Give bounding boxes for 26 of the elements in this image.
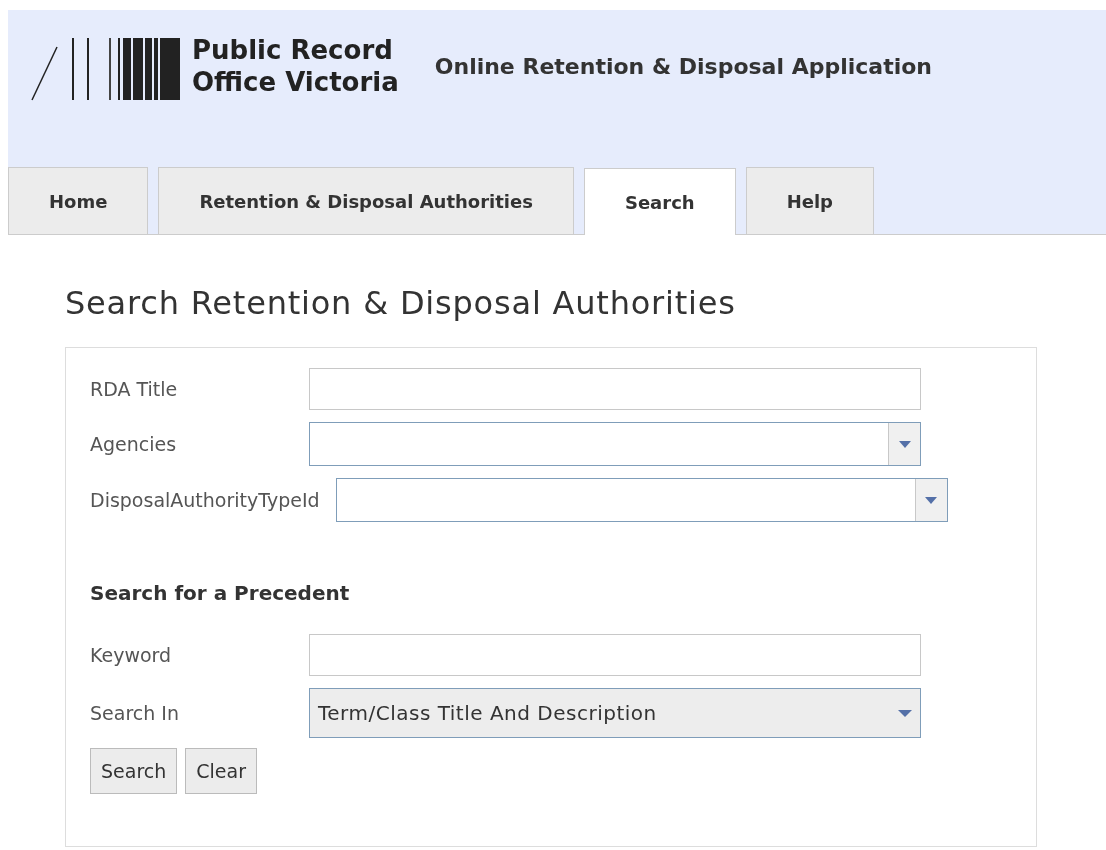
nav-tab[interactable]: Retention & Disposal Authorities	[158, 167, 574, 234]
field-label: Agencies	[90, 431, 178, 457]
barcode-logo-icon	[30, 36, 182, 102]
form-button[interactable]: Search	[90, 748, 178, 794]
section-heading: Search for a Precedent	[90, 580, 351, 607]
caret-down-icon	[898, 709, 912, 717]
caret-down-icon	[925, 496, 938, 504]
text-field[interactable]	[309, 634, 921, 676]
dropdown-button[interactable]	[914, 479, 947, 521]
combo-box[interactable]	[309, 422, 921, 466]
combo-box[interactable]	[335, 478, 948, 522]
field-label: DisposalAuthorityTypeId	[90, 487, 321, 513]
nav-tab[interactable]: Help	[745, 167, 874, 234]
field-label: Search In	[90, 700, 180, 726]
caret-down-icon	[898, 440, 911, 448]
field-label: RDA Title	[90, 376, 179, 402]
select-dropdown[interactable]: Term/Class Title And Description	[309, 688, 921, 738]
field-label: Keyword	[90, 642, 173, 668]
nav-tab[interactable]: Search	[583, 168, 736, 235]
dropdown-button[interactable]	[888, 423, 920, 465]
form-button[interactable]: Clear	[185, 748, 257, 794]
text-field[interactable]	[309, 368, 921, 410]
page-title: Search Retention & Disposal Authorities	[65, 283, 737, 324]
app-title: Online Retention & Disposal Application	[434, 53, 932, 81]
nav-tab[interactable]: Home	[8, 167, 149, 234]
logo-text: Public Record Office Victoria	[192, 34, 399, 98]
